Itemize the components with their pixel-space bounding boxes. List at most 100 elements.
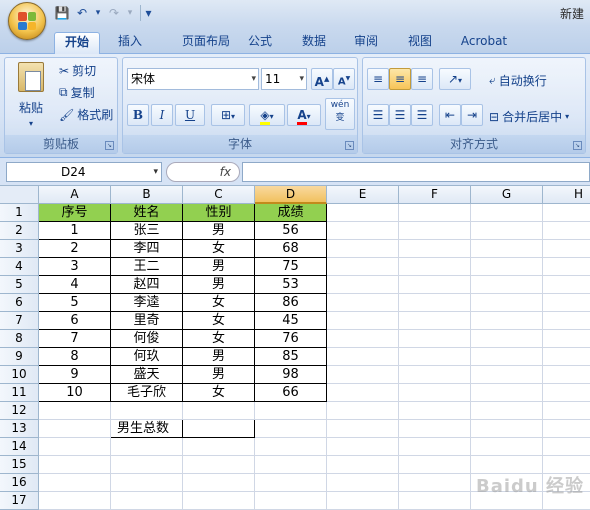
cell[interactable]	[255, 402, 327, 420]
table-cell[interactable]: 何俊	[111, 330, 183, 348]
table-cell[interactable]: 王二	[111, 258, 183, 276]
tab-page-layout[interactable]: 页面布局	[164, 32, 248, 54]
row-header-8[interactable]: 8	[0, 330, 39, 348]
column-header-b[interactable]: B	[111, 186, 183, 204]
cell[interactable]	[255, 474, 327, 492]
cell[interactable]	[471, 438, 543, 456]
cell[interactable]	[471, 222, 543, 240]
align-center-button[interactable]: ☰	[389, 104, 411, 126]
cell[interactable]	[543, 276, 590, 294]
cell[interactable]	[471, 204, 543, 222]
cell[interactable]	[255, 438, 327, 456]
table-cell[interactable]: 2	[39, 240, 111, 258]
table-cell[interactable]: 毛子欣	[111, 384, 183, 402]
cell[interactable]	[111, 456, 183, 474]
paste-button[interactable]: 粘贴 ▾	[11, 62, 51, 128]
undo-dropdown-icon[interactable]: ▾	[94, 5, 102, 21]
column-header-f[interactable]: F	[399, 186, 471, 204]
row-header-2[interactable]: 2	[0, 222, 39, 240]
cell[interactable]	[183, 402, 255, 420]
format-painter-button[interactable]: 🖌 格式刷	[59, 106, 113, 123]
cell[interactable]	[111, 492, 183, 510]
cell[interactable]	[327, 384, 399, 402]
row-header-3[interactable]: 3	[0, 240, 39, 258]
italic-button[interactable]: I	[151, 104, 173, 126]
cell[interactable]	[543, 420, 590, 438]
cell[interactable]	[543, 330, 590, 348]
cell[interactable]	[399, 474, 471, 492]
cell[interactable]	[39, 474, 111, 492]
column-header-d[interactable]: D	[255, 186, 327, 204]
cell[interactable]	[39, 456, 111, 474]
table-header-cell[interactable]: 成绩	[255, 204, 327, 222]
align-right-button[interactable]: ☰	[411, 104, 433, 126]
tab-review[interactable]: 审阅	[344, 32, 388, 54]
cell[interactable]	[111, 402, 183, 420]
select-all-corner[interactable]	[0, 186, 39, 204]
cell[interactable]	[327, 366, 399, 384]
cell[interactable]	[327, 348, 399, 366]
table-cell[interactable]: 男	[183, 348, 255, 366]
column-header-g[interactable]: G	[471, 186, 543, 204]
row-header-10[interactable]: 10	[0, 366, 39, 384]
table-cell[interactable]: 女	[183, 330, 255, 348]
table-cell[interactable]: 6	[39, 312, 111, 330]
table-header-cell[interactable]: 性别	[183, 204, 255, 222]
tab-formulas[interactable]: 公式	[240, 32, 280, 54]
table-cell[interactable]: 女	[183, 312, 255, 330]
table-cell[interactable]: 7	[39, 330, 111, 348]
cell[interactable]	[543, 348, 590, 366]
table-cell[interactable]: 75	[255, 258, 327, 276]
cell[interactable]	[327, 420, 399, 438]
redo-icon[interactable]: ↷	[106, 5, 122, 21]
table-cell[interactable]: 盛天	[111, 366, 183, 384]
table-cell[interactable]: 5	[39, 294, 111, 312]
cell[interactable]	[327, 438, 399, 456]
cell[interactable]	[471, 402, 543, 420]
office-button[interactable]	[8, 2, 46, 40]
cell[interactable]	[399, 366, 471, 384]
cell[interactable]	[471, 240, 543, 258]
table-cell[interactable]: 李四	[111, 240, 183, 258]
cell[interactable]	[399, 438, 471, 456]
cell[interactable]	[39, 402, 111, 420]
alignment-launcher-icon[interactable]: ↘	[573, 141, 582, 150]
table-cell[interactable]: 45	[255, 312, 327, 330]
orientation-button[interactable]: ↗▾	[439, 68, 471, 90]
cell[interactable]	[183, 438, 255, 456]
cell[interactable]	[327, 276, 399, 294]
cell[interactable]	[327, 204, 399, 222]
row-header-9[interactable]: 9	[0, 348, 39, 366]
fill-color-button[interactable]: ◈▾	[249, 104, 285, 126]
cell[interactable]	[327, 456, 399, 474]
cell[interactable]	[399, 456, 471, 474]
customize-qat-icon[interactable]: ▾	[140, 5, 156, 21]
table-cell[interactable]: 男	[183, 276, 255, 294]
cell[interactable]	[399, 402, 471, 420]
row-header-1[interactable]: 1	[0, 204, 39, 222]
table-cell[interactable]: 张三	[111, 222, 183, 240]
table-cell[interactable]: 86	[255, 294, 327, 312]
formula-input[interactable]	[242, 162, 590, 182]
font-color-button[interactable]: A▾	[287, 104, 321, 126]
cell[interactable]	[543, 240, 590, 258]
table-cell[interactable]: 8	[39, 348, 111, 366]
increase-indent-button[interactable]: ⇥	[461, 104, 483, 126]
row-header-13[interactable]: 13	[0, 420, 39, 438]
cell[interactable]	[399, 492, 471, 510]
borders-button[interactable]: ⊞▾	[211, 104, 245, 126]
table-cell[interactable]: 女	[183, 384, 255, 402]
cell[interactable]	[399, 222, 471, 240]
align-top-button[interactable]: ≡	[367, 68, 389, 90]
row-header-4[interactable]: 4	[0, 258, 39, 276]
cell[interactable]	[399, 312, 471, 330]
cell[interactable]	[39, 420, 111, 438]
table-cell[interactable]: 女	[183, 294, 255, 312]
cell[interactable]	[399, 384, 471, 402]
cell[interactable]	[255, 456, 327, 474]
align-left-button[interactable]: ☰	[367, 104, 389, 126]
copy-button[interactable]: ⧉ 复制	[59, 84, 95, 101]
undo-icon[interactable]: ↶	[74, 5, 90, 21]
shrink-font-button[interactable]: A▼	[333, 68, 355, 90]
table-cell[interactable]: 里奇	[111, 312, 183, 330]
